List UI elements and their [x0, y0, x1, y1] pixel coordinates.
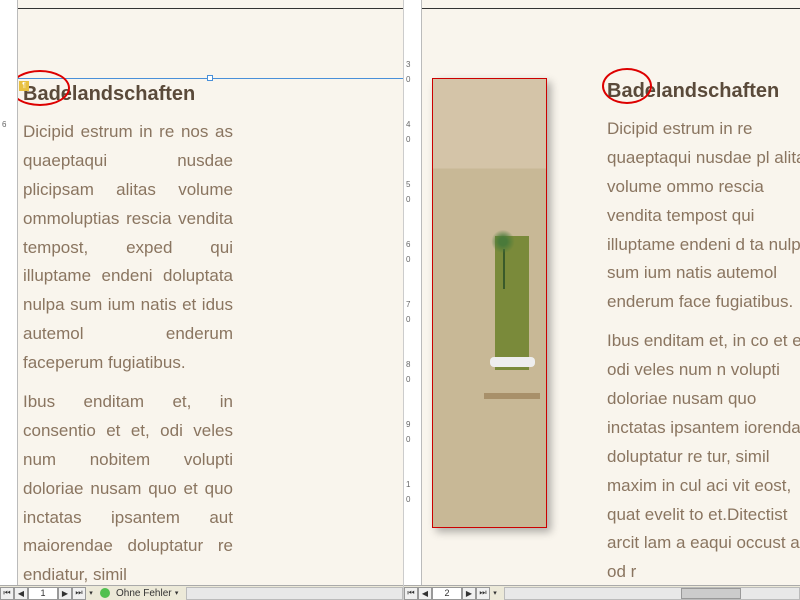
- heading-left: Badelandschaften: [23, 83, 400, 106]
- nav-first-button[interactable]: ⏮: [0, 587, 14, 600]
- document-pane-right: 3 0 4 0 5 0 6 0 7 0 8 0 9 0 1 0 Badeland…: [404, 0, 800, 600]
- page-canvas-right[interactable]: Badelandschaften Dicipid estrum in re qu…: [422, 0, 800, 585]
- ruler-tick: 0: [406, 195, 410, 204]
- preflight-status-icon[interactable]: [100, 588, 110, 598]
- ruler-tick: 3: [406, 60, 410, 69]
- nav-next-button[interactable]: ▶: [58, 587, 72, 600]
- preflight-status-text: Ohne Fehler: [116, 588, 172, 599]
- ruler-tick: 6: [2, 120, 6, 129]
- text-frame-left[interactable]: ¶ Badelandschaften Dicipid estrum in re …: [18, 78, 403, 585]
- nav-last-button[interactable]: ⏭: [476, 587, 490, 600]
- nav-prev-button[interactable]: ◀: [418, 587, 432, 600]
- page-boundary-line: [18, 8, 403, 9]
- vertical-ruler-left[interactable]: 6: [0, 0, 18, 585]
- status-bar-right: ⏮ ◀ 2 ▶ ⏭ ▾: [404, 585, 800, 600]
- horizontal-scrollbar-left[interactable]: [186, 587, 403, 600]
- ruler-tick: 0: [406, 135, 410, 144]
- page-number-field[interactable]: 2: [432, 587, 462, 600]
- status-bar-left: ⏮ ◀ 1 ▶ ⏭ ▾ Ohne Fehler ▾: [0, 585, 403, 600]
- vertical-ruler-right[interactable]: 3 0 4 0 5 0 6 0 7 0 8 0 9 0 1 0: [404, 0, 422, 585]
- nav-first-button[interactable]: ⏮: [404, 587, 418, 600]
- image-frame-bathroom[interactable]: [432, 78, 547, 528]
- ruler-tick: 7: [406, 300, 410, 309]
- frame-handle[interactable]: [207, 75, 213, 81]
- ruler-tick: 1: [406, 480, 410, 489]
- body-paragraph: Dicipid estrum in re nos as quaeptaqui n…: [23, 118, 233, 378]
- ruler-tick: 0: [406, 75, 410, 84]
- text-frame-right[interactable]: Badelandschaften Dicipid estrum in re qu…: [607, 78, 800, 585]
- document-pane-left: 6 ¶ Badelandschaften Dicipid estrum in r…: [0, 0, 404, 600]
- body-paragraph: Ibus enditam et, in co et et, odi veles …: [607, 327, 800, 585]
- body-paragraph: Ibus enditam et, in consentio et et, odi…: [23, 388, 233, 585]
- ruler-tick: 6: [406, 240, 410, 249]
- horizontal-scrollbar-right[interactable]: [504, 587, 800, 600]
- ruler-tick: 9: [406, 420, 410, 429]
- ruler-tick: 0: [406, 315, 410, 324]
- page-dropdown-icon[interactable]: ▾: [490, 589, 500, 597]
- page-number-field[interactable]: 1: [28, 587, 58, 600]
- nav-prev-button[interactable]: ◀: [14, 587, 28, 600]
- scrollbar-thumb[interactable]: [681, 588, 741, 599]
- page-dropdown-icon[interactable]: ▾: [86, 589, 96, 597]
- heading-right: Badelandschaften: [607, 80, 800, 103]
- ruler-tick: 0: [406, 375, 410, 384]
- ruler-tick: 0: [406, 255, 410, 264]
- nav-last-button[interactable]: ⏭: [72, 587, 86, 600]
- page-boundary-line: [422, 8, 800, 9]
- ruler-tick: 4: [406, 120, 410, 129]
- ruler-tick: 8: [406, 360, 410, 369]
- ruler-tick: 5: [406, 180, 410, 189]
- nav-next-button[interactable]: ▶: [462, 587, 476, 600]
- ruler-tick: 0: [406, 435, 410, 444]
- bathroom-image: [433, 79, 546, 527]
- page-canvas-left[interactable]: ¶ Badelandschaften Dicipid estrum in re …: [18, 0, 403, 585]
- body-paragraph: Dicipid estrum in re quaeptaqui nusdae p…: [607, 115, 800, 317]
- preflight-dropdown-icon[interactable]: ▾: [172, 589, 182, 597]
- anchor-marker-icon: ¶: [19, 81, 29, 91]
- ruler-tick: 0: [406, 495, 410, 504]
